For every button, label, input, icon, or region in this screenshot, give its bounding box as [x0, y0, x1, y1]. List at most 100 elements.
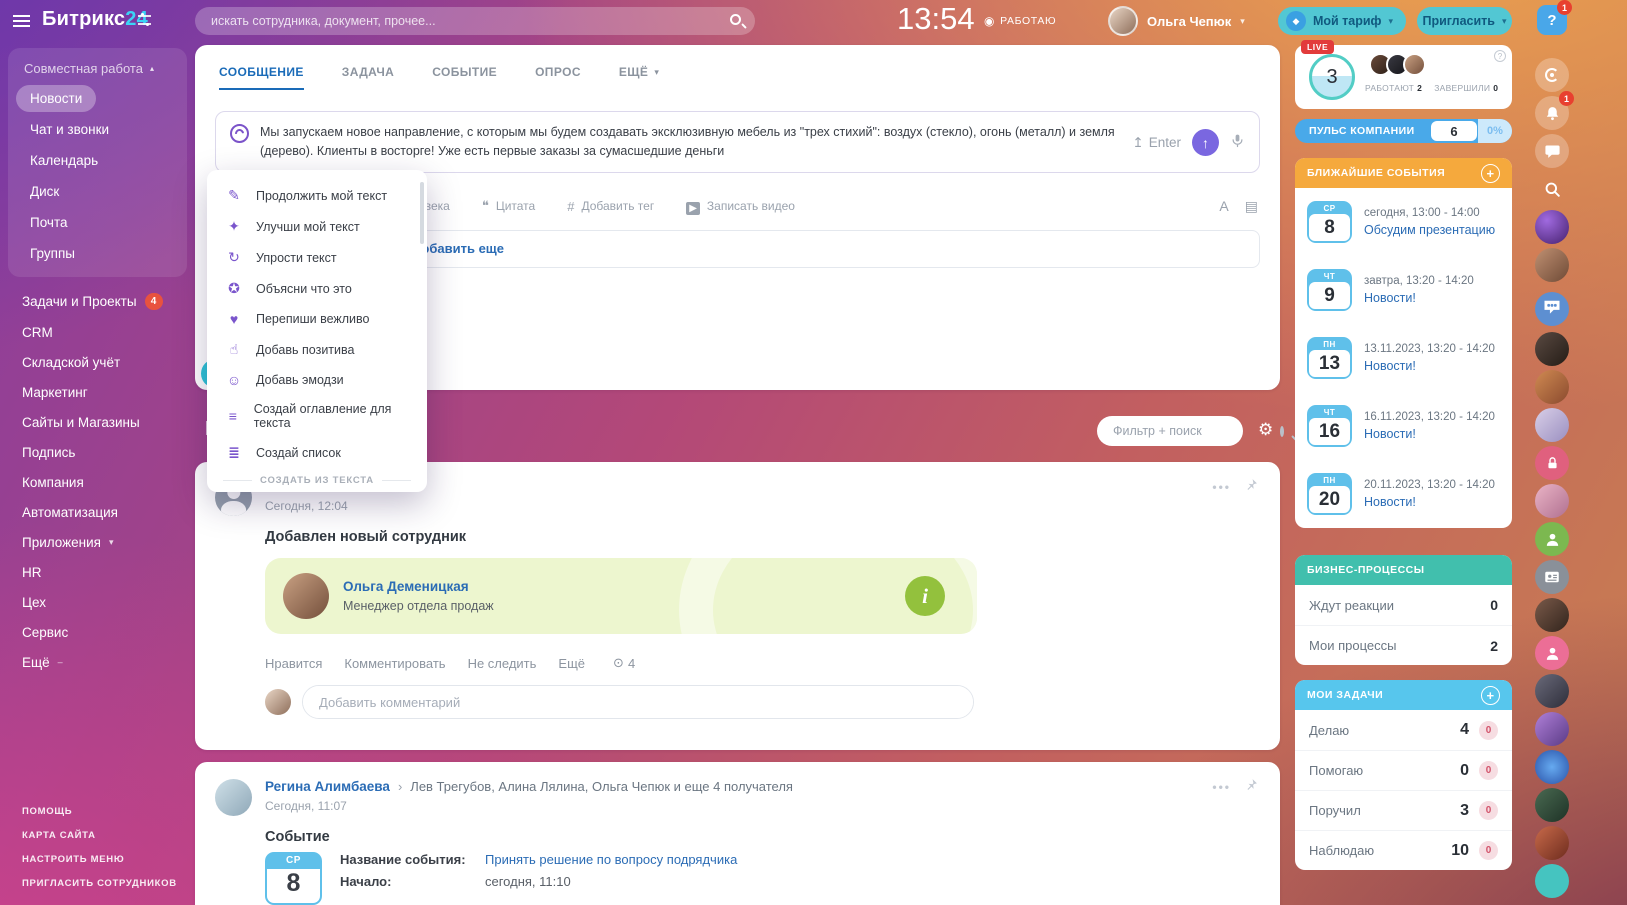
toolbar-item[interactable]: Цитата: [482, 198, 535, 214]
event-list-item[interactable]: ЧТ 16 16.11.2023, 13:20 - 14:20 Новости!: [1295, 392, 1512, 460]
message-input-area[interactable]: Мы запускаем новое направление, с которы…: [215, 111, 1260, 173]
task-row[interactable]: Наблюдаю 10 0: [1295, 830, 1512, 870]
add-task-button[interactable]: +: [1481, 686, 1500, 705]
avatar[interactable]: [1535, 484, 1569, 518]
scrollbar[interactable]: [420, 182, 424, 244]
copilot-menu-item[interactable]: Создай список: [207, 437, 427, 468]
help-icon[interactable]: ?: [1494, 50, 1506, 62]
profile-menu[interactable]: Ольга Чепюк ▾: [1108, 6, 1245, 36]
copilot-menu-item[interactable]: Добавь позитива: [207, 334, 427, 365]
avatar[interactable]: [1535, 248, 1569, 282]
task-row[interactable]: Помогаю 0 0: [1295, 750, 1512, 790]
post-action-link[interactable]: Ещё: [558, 656, 585, 671]
company-pulse-bar[interactable]: ПУЛЬС КОМПАНИИ 6 0%: [1295, 119, 1512, 143]
task-row[interactable]: Поручил 3 0: [1295, 790, 1512, 830]
sidebar-item[interactable]: Складской учёт: [22, 347, 173, 377]
gear-icon[interactable]: ⚙: [1258, 420, 1273, 440]
menu-hamburger-icon[interactable]: [13, 15, 30, 27]
copilot-menu-item[interactable]: Создай оглавление для текста: [207, 395, 427, 437]
contact-card-icon[interactable]: [1535, 560, 1569, 594]
avatar[interactable]: [1535, 408, 1569, 442]
post-action-link[interactable]: Комментировать: [344, 656, 445, 671]
event-list-item[interactable]: ПН 20 20.11.2023, 13:20 - 14:20 Новости!: [1295, 460, 1512, 528]
sidebar-item[interactable]: Ещё –: [22, 647, 173, 677]
avatar[interactable]: [1535, 598, 1569, 632]
sidebar-item[interactable]: CRM: [22, 317, 173, 347]
event-list-item[interactable]: ПН 13 13.11.2023, 13:20 - 14:20 Новости!: [1295, 324, 1512, 392]
new-employee-card[interactable]: Ольга Деменицкая Менеджер отдела продаж …: [265, 558, 977, 634]
event-list-item[interactable]: ЧТ 9 завтра, 13:20 - 14:20 Новости!: [1295, 256, 1512, 324]
post-author-link[interactable]: Регина Алимбаева: [265, 779, 390, 794]
sidebar-footer-link[interactable]: НАСТРОИТЬ МЕНЮ: [22, 854, 177, 865]
post-action-link[interactable]: Нравится: [265, 656, 322, 671]
live-status-card[interactable]: LIVE 3 РАБОТАЮТ2 ЗАВЕРШИЛИ0 ?: [1295, 45, 1512, 109]
avatar[interactable]: [1535, 750, 1569, 784]
add-event-button[interactable]: +: [1481, 164, 1500, 183]
pin-icon[interactable]: [1245, 478, 1258, 496]
avatar[interactable]: [1535, 674, 1569, 708]
sidebar-item[interactable]: Диск: [8, 176, 187, 207]
sidebar-group-title[interactable]: Совместная работа ▴: [8, 52, 187, 83]
avatar[interactable]: [1535, 826, 1569, 860]
sidebar-item[interactable]: Подпись: [22, 437, 173, 467]
event-link[interactable]: Новости!: [1364, 495, 1495, 509]
task-row[interactable]: Делаю 4 0: [1295, 710, 1512, 750]
pin-icon[interactable]: [1245, 778, 1258, 796]
sidebar-item[interactable]: Автоматизация: [22, 497, 173, 527]
copilot-menu-item[interactable]: Объясни что это: [207, 273, 427, 304]
global-search-input[interactable]: [195, 7, 755, 35]
event-list-item[interactable]: СР 8 сегодня, 13:00 - 14:00 Обсудим през…: [1295, 188, 1512, 256]
post-recipients[interactable]: Лев Трегубов, Алина Лялина, Ольга Чепюк …: [410, 779, 793, 794]
comment-field[interactable]: [302, 685, 974, 719]
more-options-icon[interactable]: •••: [1212, 780, 1231, 794]
toolbar-item[interactable]: Добавить тег: [567, 198, 654, 214]
process-row[interactable]: Мои процессы 2: [1295, 625, 1512, 665]
bitrix24-logo[interactable]: Битрикс24: [42, 8, 148, 31]
sidebar-item[interactable]: Сервис: [22, 617, 173, 647]
text-format-icon[interactable]: A: [1219, 198, 1228, 215]
event-name-link[interactable]: Принять решение по вопросу подрядчика: [485, 852, 737, 867]
work-timer[interactable]: 13:54: [897, 1, 975, 37]
employee-name-link[interactable]: Ольга Деменицкая: [343, 579, 494, 594]
composer-tab[interactable]: ЗАДАЧА: [342, 65, 394, 90]
send-arrow-button[interactable]: ↑: [1192, 129, 1219, 156]
sidebar-item[interactable]: Компания: [22, 467, 173, 497]
toolbar-item[interactable]: Записать видео: [686, 198, 795, 214]
layout-panel-icon[interactable]: ▤: [1245, 198, 1258, 215]
process-row[interactable]: Ждут реакции 0: [1295, 585, 1512, 625]
menu-settings-icon[interactable]: [138, 15, 151, 25]
sidebar-item[interactable]: Сайты и Магазины: [22, 407, 173, 437]
copilot-menu-item[interactable]: Продолжить мой текст: [207, 180, 427, 211]
copilot-icon[interactable]: [1535, 58, 1569, 92]
avatar[interactable]: [1535, 370, 1569, 404]
event-link[interactable]: Обсудим презентацию: [1364, 223, 1495, 237]
copilot-icon[interactable]: [230, 124, 249, 143]
user-icon[interactable]: [1535, 522, 1569, 556]
avatar[interactable]: [283, 573, 329, 619]
sidebar-item[interactable]: Почта: [8, 207, 187, 238]
sidebar-item[interactable]: Группы: [8, 238, 187, 269]
sidebar-item[interactable]: Приложения ▾: [22, 527, 173, 557]
invite-button[interactable]: Пригласить ▾: [1417, 7, 1512, 35]
search-icon[interactable]: [1280, 426, 1284, 437]
scroll-more-icon[interactable]: ⌄: [207, 490, 427, 492]
search-icon[interactable]: [730, 14, 741, 25]
group-chat-icon[interactable]: [1535, 292, 1569, 326]
feed-filter[interactable]: [1097, 416, 1243, 446]
composer-tab[interactable]: СОБЫТИЕ: [432, 65, 497, 90]
sidebar-item[interactable]: Календарь: [8, 145, 187, 176]
copilot-menu-item[interactable]: Улучши мой текст: [207, 211, 427, 242]
copilot-menu-item[interactable]: Добавь эмодзи: [207, 365, 427, 395]
avatar[interactable]: [1535, 332, 1569, 366]
sidebar-footer-link[interactable]: ПРИГЛАСИТЬ СОТРУДНИКОВ: [22, 878, 177, 889]
composer-tab[interactable]: СООБЩЕНИЕ: [219, 65, 304, 90]
avatar[interactable]: [1535, 788, 1569, 822]
event-link[interactable]: Новости!: [1364, 359, 1495, 373]
microphone-icon[interactable]: [1230, 133, 1245, 153]
user-avatar[interactable]: [215, 779, 252, 816]
avatar[interactable]: [1535, 210, 1569, 244]
more-options-icon[interactable]: •••: [1212, 480, 1231, 494]
event-link[interactable]: Новости!: [1364, 427, 1495, 441]
avatar[interactable]: [1108, 6, 1138, 36]
global-search[interactable]: [195, 7, 755, 35]
